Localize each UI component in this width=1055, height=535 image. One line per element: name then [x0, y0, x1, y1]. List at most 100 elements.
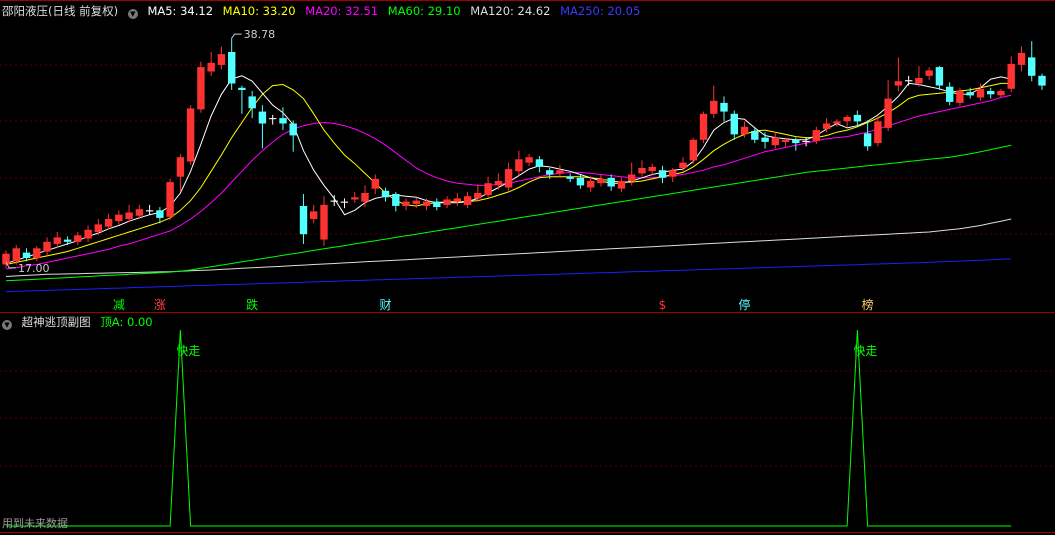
candle-body [310, 211, 318, 219]
candle-body [176, 157, 185, 177]
candle-body [607, 177, 615, 187]
candle [269, 114, 277, 125]
candle-body [1038, 75, 1046, 86]
ma20-label: MA20: 32.51 [305, 4, 379, 18]
candle-body [474, 193, 482, 199]
candle-body [166, 182, 174, 217]
candle [258, 105, 267, 149]
candle [2, 250, 10, 268]
candle-body [740, 126, 749, 135]
candle [689, 137, 697, 164]
candle-body [463, 196, 472, 205]
candle-body [299, 206, 308, 235]
candle [63, 236, 72, 246]
candle [607, 174, 615, 191]
candle-body [812, 130, 820, 141]
event-markers: 减 涨 跌 财 $ 停 榜 [113, 297, 874, 312]
candle-body [730, 113, 738, 135]
stock-title: 邵阳液压(日线 前复权) [2, 4, 119, 18]
candle-body [689, 139, 697, 161]
indicator-line [6, 329, 1012, 527]
candle-body [351, 197, 359, 200]
candle-body [843, 117, 851, 122]
candle [710, 85, 718, 119]
event-marker: 涨 [154, 297, 166, 312]
candle-body [125, 212, 133, 219]
candle-body [330, 200, 338, 202]
candle [556, 164, 564, 177]
candle-body [863, 133, 872, 147]
indicator-title: 超神逃顶副图 [21, 315, 91, 329]
candle-body [669, 170, 677, 177]
candle [925, 67, 933, 81]
candle-body [720, 102, 728, 112]
candle [1038, 73, 1046, 90]
candle [463, 191, 472, 209]
event-marker: 榜 [862, 297, 874, 312]
candle [43, 237, 51, 255]
candle-body [771, 137, 779, 146]
candle-body [412, 200, 420, 204]
kline-chart-canvas[interactable]: 减 涨 跌 财 $ 停 榜 快走 快走 38.78 17.00 [0, 0, 1055, 535]
candle-body [145, 210, 154, 212]
candle-body [781, 139, 790, 142]
candle-body [1017, 53, 1026, 65]
candle [197, 61, 205, 113]
candle-body [197, 67, 205, 110]
candle [535, 156, 544, 173]
candle [504, 162, 513, 191]
candle-body [617, 181, 626, 189]
candle [145, 204, 154, 215]
candle-body [956, 91, 964, 103]
candle [1007, 56, 1015, 93]
candle-body [556, 170, 564, 174]
chevron-down-icon[interactable]: ▼ [2, 320, 12, 330]
candle [166, 178, 174, 221]
candle-body [925, 70, 933, 76]
candle-body [269, 118, 277, 120]
candle [433, 198, 441, 211]
ma-line-ma120 [5, 218, 1012, 277]
indicator-value: 顶A: 0.00 [100, 315, 153, 329]
candle-body [751, 131, 759, 140]
candle-body [53, 237, 61, 244]
signal-label: 快走 [176, 344, 200, 358]
candle [946, 82, 954, 106]
candle [597, 174, 605, 187]
candle [761, 132, 769, 149]
candle-body [802, 140, 810, 142]
candle-body [433, 201, 441, 207]
candle-body [822, 123, 831, 129]
candle [453, 192, 461, 206]
candle-body [587, 181, 595, 188]
candle-body [63, 239, 72, 242]
candle-body [115, 214, 123, 222]
candle-body [94, 224, 102, 232]
event-marker: 减 [113, 298, 125, 312]
chevron-down-icon[interactable]: ▼ [127, 9, 138, 19]
ma60-label: MA60: 29.10 [387, 4, 461, 18]
candle [1028, 41, 1036, 82]
event-marker: 财 [380, 298, 392, 312]
candle-body [638, 168, 646, 174]
candle [340, 198, 349, 209]
candle [310, 204, 318, 224]
candle-body [648, 166, 656, 172]
candle [299, 194, 308, 244]
candle-body [935, 67, 944, 86]
candle-body [361, 193, 369, 202]
ma250-label: MA250: 20.05 [560, 4, 641, 18]
candle-body [1028, 57, 1036, 76]
candle-body [392, 194, 400, 206]
candle-body [761, 137, 769, 142]
candle [381, 187, 390, 202]
candle [484, 176, 492, 198]
candle-body [535, 159, 544, 167]
high-price-label: 38.78 [244, 28, 276, 41]
candle [843, 114, 851, 127]
candle [320, 196, 328, 247]
candle-body [453, 198, 461, 202]
candle-body [422, 201, 431, 206]
candle-body [884, 98, 892, 128]
candle [53, 232, 61, 249]
